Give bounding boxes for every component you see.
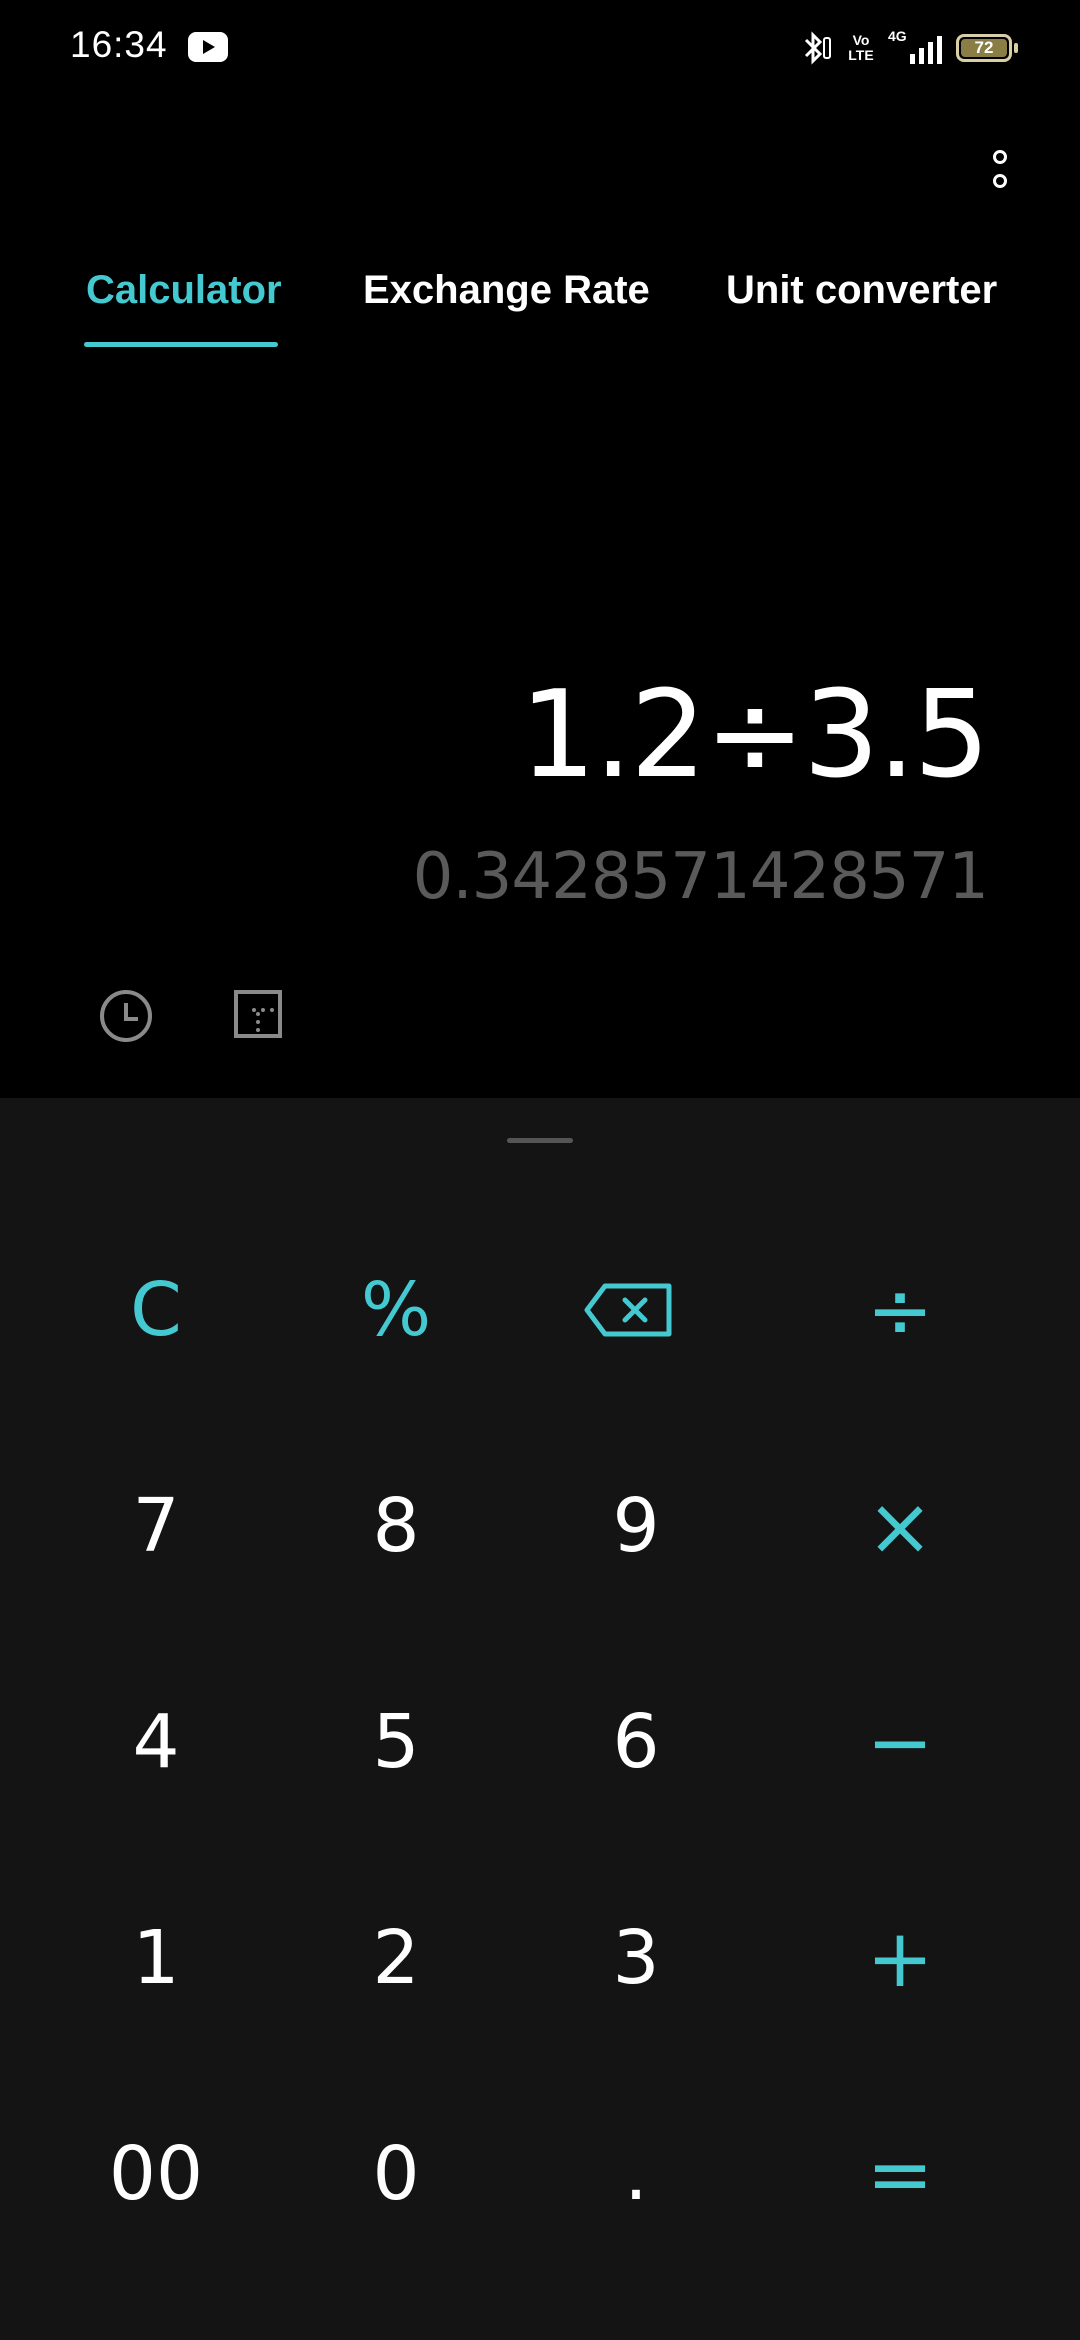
equals-button[interactable]: =: [810, 2099, 990, 2249]
key-6[interactable]: 6: [546, 1667, 726, 1817]
result-preview: 0.3428571428571: [412, 840, 989, 914]
subtract-button[interactable]: −: [810, 1667, 990, 1817]
expression-display: 1.2÷3.5: [519, 666, 990, 805]
key-4[interactable]: 4: [66, 1667, 246, 1817]
battery-level: 72: [961, 38, 1007, 57]
bluetooth-icon: [804, 31, 831, 65]
calculator-screen: 16:34 Vo LTE 4G 72 Calculator Exchange R…: [0, 0, 1080, 2340]
status-icons: Vo LTE 4G 72: [800, 28, 1018, 68]
key-0[interactable]: 0: [306, 2099, 486, 2249]
clear-button[interactable]: C: [66, 1235, 246, 1385]
key-3[interactable]: 3: [546, 1883, 726, 2033]
battery-icon: 72: [956, 34, 1018, 62]
status-bar: 16:34 Vo LTE 4G 72: [0, 0, 1080, 96]
keypad-drag-handle[interactable]: [507, 1138, 573, 1143]
add-button[interactable]: +: [810, 1883, 990, 2033]
divide-button[interactable]: ÷: [810, 1235, 990, 1385]
status-time: 16:34: [70, 24, 168, 65]
volte-icon: Vo LTE: [848, 32, 874, 63]
keypad: C % ÷ 7 8 9 × 4 5 6 − 1 2 3 + 00 0 . =: [0, 1098, 1080, 2340]
key-1[interactable]: 1: [66, 1883, 246, 2033]
tab-calculator[interactable]: Calculator: [86, 268, 282, 313]
history-clock-icon[interactable]: [100, 990, 152, 1042]
tab-unit-converter[interactable]: Unit converter: [726, 268, 997, 313]
4g-signal-icon: 4G: [888, 28, 942, 66]
key-2[interactable]: 2: [306, 1883, 486, 2033]
more-options-icon[interactable]: [980, 146, 1020, 196]
active-tab-indicator: [84, 342, 278, 347]
decimal-point-button[interactable]: .: [546, 2099, 726, 2249]
tab-exchange-rate[interactable]: Exchange Rate: [363, 268, 650, 313]
multiply-button[interactable]: ×: [810, 1451, 990, 1601]
youtube-icon: [188, 32, 228, 62]
percent-button[interactable]: %: [306, 1235, 486, 1385]
key-double-zero[interactable]: 00: [66, 2099, 246, 2249]
key-5[interactable]: 5: [306, 1667, 486, 1817]
scientific-mode-icon[interactable]: [234, 990, 282, 1038]
backspace-icon: [584, 1283, 672, 1337]
key-7[interactable]: 7: [66, 1451, 246, 1601]
key-9[interactable]: 9: [546, 1451, 726, 1601]
backspace-button[interactable]: [538, 1235, 718, 1385]
key-8[interactable]: 8: [306, 1451, 486, 1601]
